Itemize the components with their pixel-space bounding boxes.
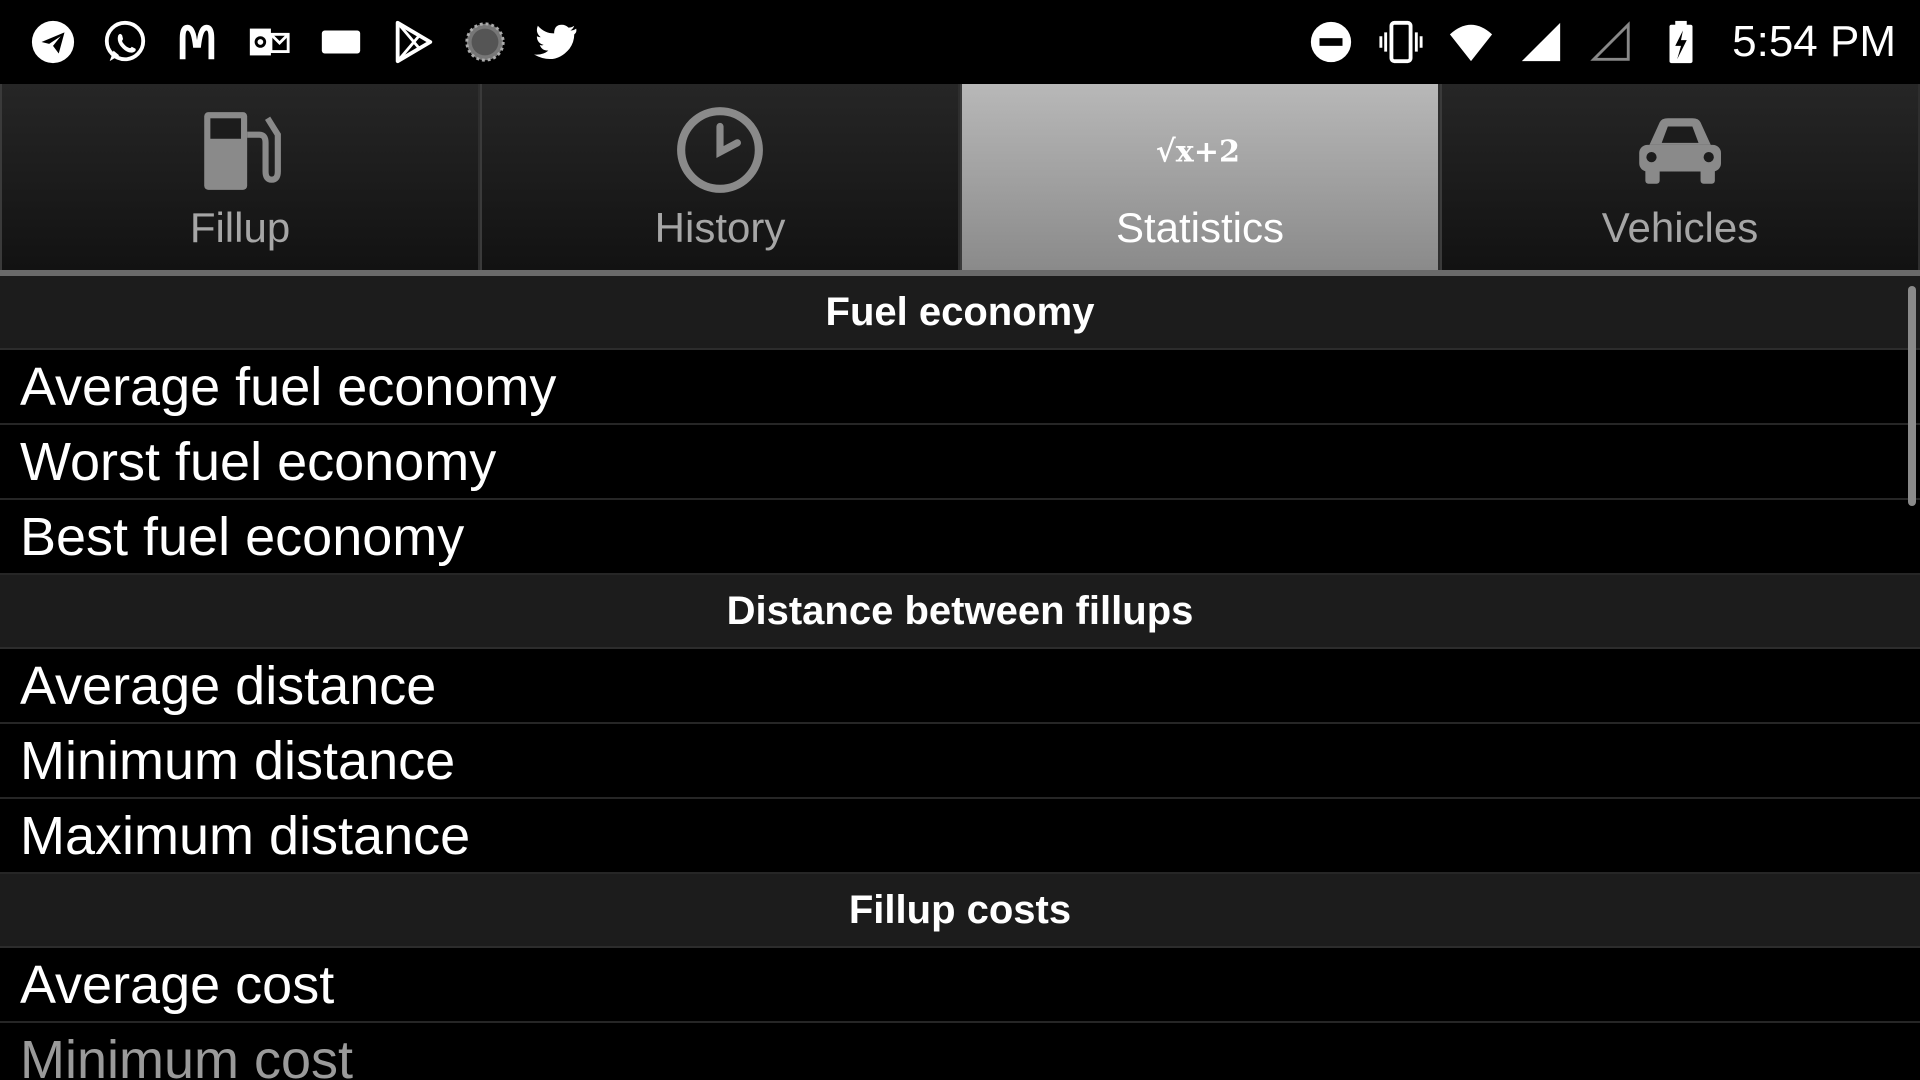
mcdonalds-icon bbox=[172, 17, 222, 67]
stat-row-worst-fuel-economy[interactable]: Worst fuel economy bbox=[0, 425, 1920, 500]
twitter-icon bbox=[532, 17, 582, 67]
tab-fillup-label: Fillup bbox=[189, 204, 291, 251]
clock-icon bbox=[674, 102, 766, 198]
telegram-icon bbox=[28, 17, 78, 67]
stat-row-maximum-distance[interactable]: Maximum distance bbox=[0, 799, 1920, 874]
fuel-pump-icon bbox=[194, 102, 286, 198]
tab-history[interactable]: History bbox=[480, 84, 960, 270]
do-not-disturb-icon bbox=[1306, 17, 1356, 67]
sqrt-formula-icon: √x+2 bbox=[1147, 102, 1254, 198]
notification-icons bbox=[28, 12, 582, 72]
stat-row-minimum-cost[interactable]: Minimum cost bbox=[0, 1023, 1920, 1080]
tab-statistics-label: Statistics bbox=[1115, 204, 1285, 251]
stat-row-best-fuel-economy[interactable]: Best fuel economy bbox=[0, 500, 1920, 575]
statistics-list[interactable]: Fuel economy Average fuel economy Worst … bbox=[0, 276, 1920, 1080]
status-bar: 5:54 PM bbox=[0, 0, 1920, 84]
spinner-icon bbox=[460, 17, 510, 67]
message-icon bbox=[316, 17, 366, 67]
stat-row-average-fuel-economy[interactable]: Average fuel economy bbox=[0, 350, 1920, 425]
battery-charging-icon bbox=[1656, 17, 1706, 67]
main-tab-bar: Fillup History √x+2 Statistics Vehicles bbox=[0, 84, 1920, 276]
vibrate-icon bbox=[1376, 17, 1426, 67]
status-clock: 5:54 PM bbox=[1732, 17, 1896, 66]
whatsapp-icon bbox=[100, 17, 150, 67]
outlook-icon bbox=[244, 17, 294, 67]
cell-signal-icon bbox=[1516, 17, 1566, 67]
play-store-icon bbox=[388, 17, 438, 67]
section-header-fillup-costs: Fillup costs bbox=[0, 874, 1920, 948]
stat-row-minimum-distance[interactable]: Minimum distance bbox=[0, 724, 1920, 799]
tab-fillup[interactable]: Fillup bbox=[0, 84, 480, 270]
stat-row-average-cost[interactable]: Average cost bbox=[0, 948, 1920, 1023]
cell-signal-empty-icon bbox=[1586, 17, 1636, 67]
list-scrollbar[interactable] bbox=[1908, 286, 1916, 506]
tab-vehicles[interactable]: Vehicles bbox=[1440, 84, 1920, 270]
tab-history-label: History bbox=[654, 204, 786, 251]
car-icon bbox=[1629, 102, 1731, 198]
tab-statistics[interactable]: √x+2 Statistics bbox=[960, 84, 1440, 270]
stat-row-average-distance[interactable]: Average distance bbox=[0, 649, 1920, 724]
system-icons: 5:54 PM bbox=[1306, 12, 1896, 72]
section-header-distance: Distance between fillups bbox=[0, 575, 1920, 649]
wifi-icon bbox=[1446, 17, 1496, 67]
tab-vehicles-label: Vehicles bbox=[1601, 204, 1759, 251]
sqrt-formula-text: √x+2 bbox=[1156, 135, 1240, 170]
section-header-fuel-economy: Fuel economy bbox=[0, 276, 1920, 350]
